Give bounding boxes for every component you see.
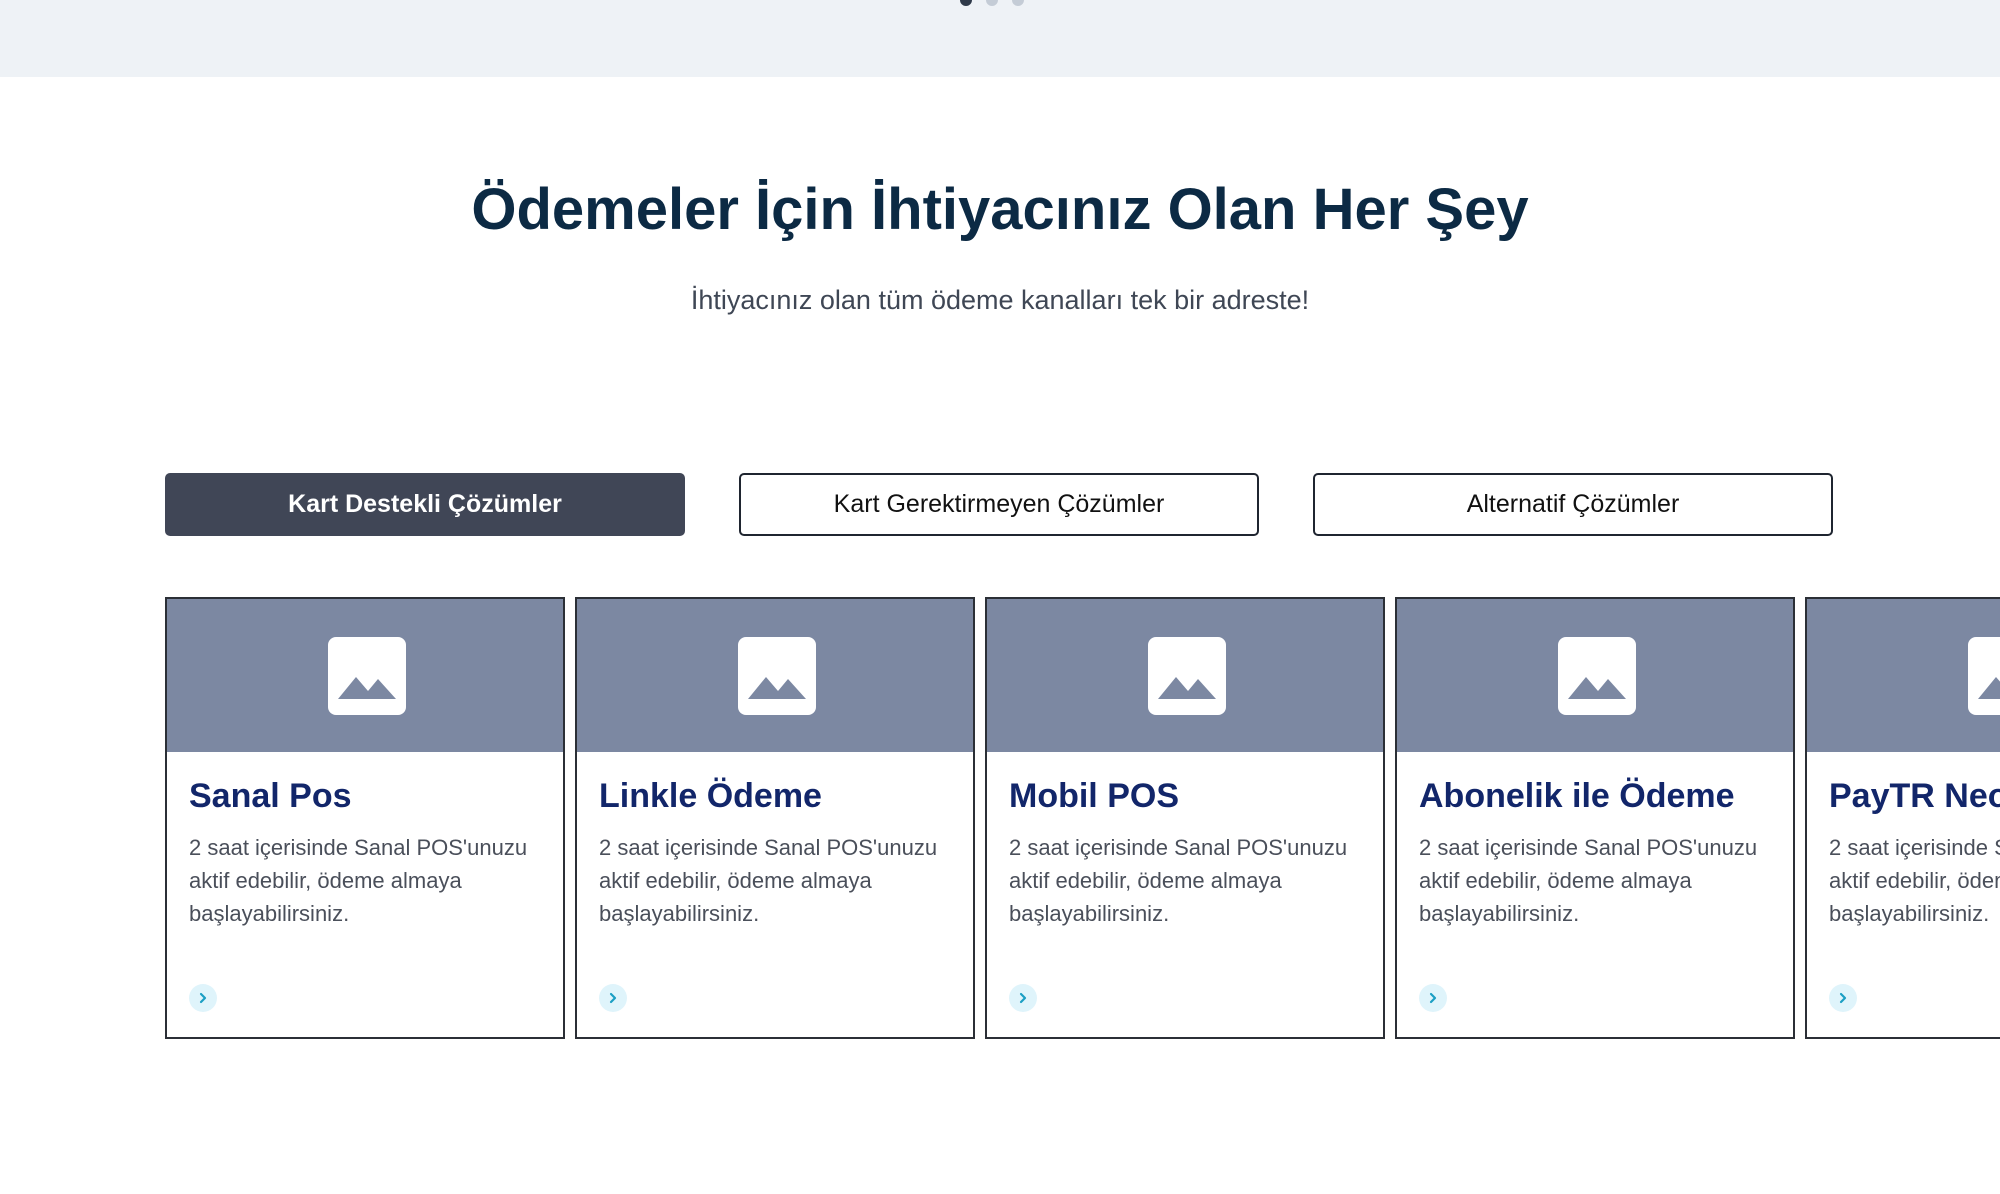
card-description: 2 saat içerisinde Sanal POS'unuzu aktif … xyxy=(189,835,528,926)
card-media xyxy=(577,599,973,752)
image-placeholder-icon xyxy=(738,637,816,715)
carousel-dot-3[interactable] xyxy=(1012,0,1024,6)
card-title: Linkle Ödeme xyxy=(599,777,822,815)
card-link-button[interactable] xyxy=(1419,984,1447,1012)
card-sanal-pos[interactable]: Sanal Pos 2 saat içerisinde Sanal POS'unu… xyxy=(165,597,565,1039)
card-title: Sanal Pos xyxy=(189,777,352,815)
card-paytr-neo[interactable]: PayTR Neo 2 saat içerisinde Sanal POS'unu… xyxy=(1805,597,2000,1039)
card-link-button[interactable] xyxy=(1829,984,1857,1012)
image-placeholder-icon xyxy=(1148,637,1226,715)
chevron-right-icon xyxy=(1839,992,1847,1004)
card-media xyxy=(1397,599,1793,752)
solutions-carousel: Sanal Pos 2 saat içerisinde Sanal POS'unu… xyxy=(165,597,2000,1041)
card-description: 2 saat içerisinde Sanal POS'unuzu aktif … xyxy=(1419,835,1758,926)
tab-kart-destekli[interactable]: Kart Destekli Çözümler xyxy=(165,473,685,536)
card-description: 2 saat içerisinde Sanal POS'unuzu aktif … xyxy=(1009,835,1348,926)
card-title: PayTR Neo xyxy=(1829,777,2000,815)
carousel-dot-1[interactable] xyxy=(960,0,972,6)
image-placeholder-icon xyxy=(1558,637,1636,715)
card-description: 2 saat içerisinde Sanal POS'unuzu aktif … xyxy=(599,835,938,926)
card-mobil-pos[interactable]: Mobil POS 2 saat içerisinde Sanal POS'unu… xyxy=(985,597,1385,1039)
carousel-dot-2[interactable] xyxy=(986,0,998,6)
hero-carousel-band xyxy=(0,0,2000,77)
chevron-right-icon xyxy=(199,992,207,1004)
card-linkle-odeme[interactable]: Linkle Ödeme 2 saat içerisinde Sanal POS'… xyxy=(575,597,975,1039)
card-media xyxy=(987,599,1383,752)
card-link-button[interactable] xyxy=(1009,984,1037,1012)
chevron-right-icon xyxy=(1429,992,1437,1004)
card-link-button[interactable] xyxy=(189,984,217,1012)
card-media xyxy=(167,599,563,752)
chevron-right-icon xyxy=(1019,992,1027,1004)
card-description: 2 saat içerisinde Sanal POS'unuzu aktif … xyxy=(1829,835,2000,926)
card-link-button[interactable] xyxy=(599,984,627,1012)
card-title: Abonelik ile Ödeme xyxy=(1419,777,1735,815)
card-abonelik-ile-odeme[interactable]: Abonelik ile Ödeme 2 saat içerisinde Sana… xyxy=(1395,597,1795,1039)
tab-kart-gerektirmeyen[interactable]: Kart Gerektirmeyen Çözümler xyxy=(739,473,1259,536)
tab-alternatif[interactable]: Alternatif Çözümler xyxy=(1313,473,1833,536)
image-placeholder-icon xyxy=(1968,637,2000,715)
section-title: Ödemeler İçin İhtiyacınız Olan Her Şey xyxy=(471,177,1529,242)
card-title: Mobil POS xyxy=(1009,777,1179,815)
carousel-pagination xyxy=(960,0,1024,6)
section-subtitle: İhtiyacınız olan tüm ödeme kanalları tek… xyxy=(690,285,1310,315)
card-media xyxy=(1807,599,2000,752)
chevron-right-icon xyxy=(609,992,617,1004)
image-placeholder-icon xyxy=(328,637,406,715)
